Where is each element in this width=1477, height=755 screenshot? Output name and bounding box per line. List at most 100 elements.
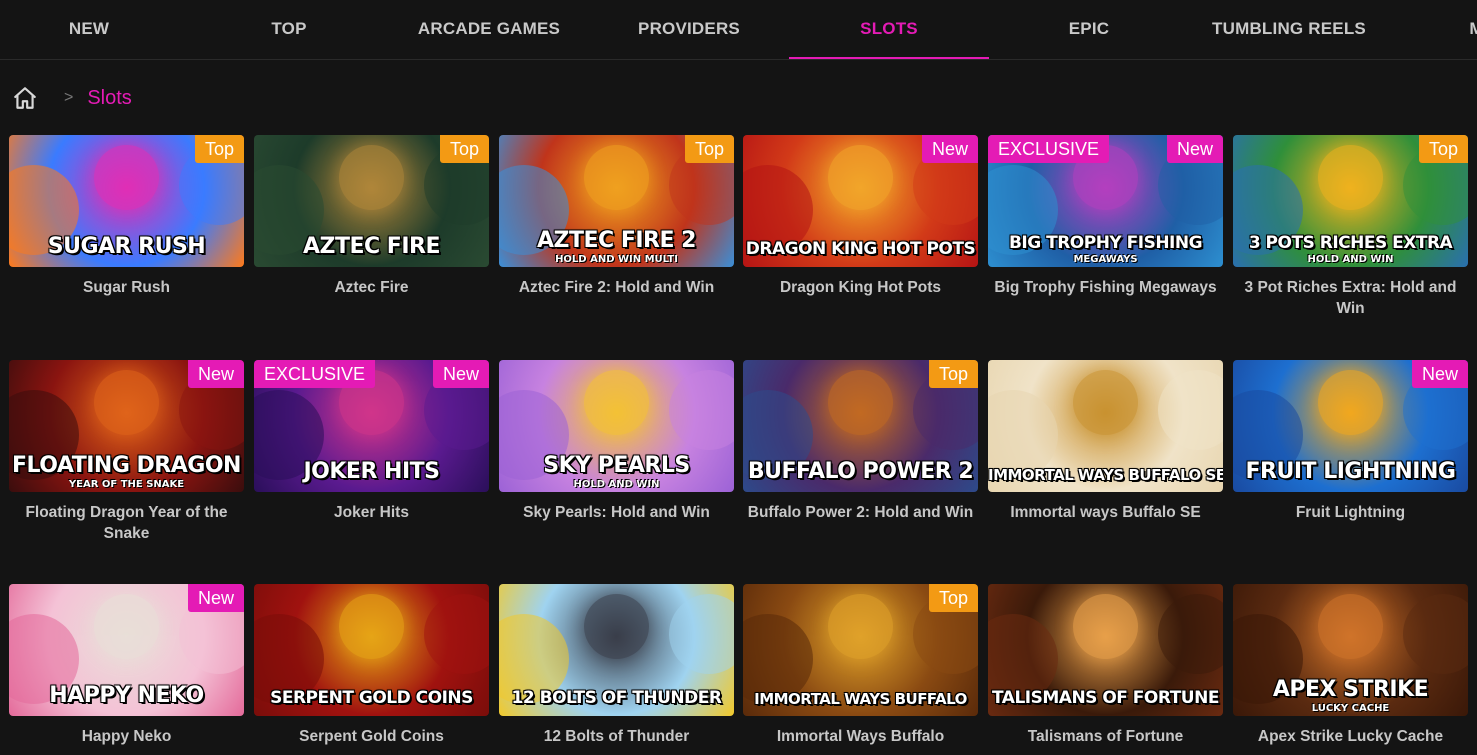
game-card[interactable]: FLOATING DRAGON YEAR OF THE SNAKE New Float… <box>9 360 244 544</box>
art-decoration <box>94 370 159 435</box>
game-title[interactable]: Buffalo Power 2: Hold and Win <box>743 502 978 523</box>
game-art-subtitle: HOLD AND WIN MULTI <box>555 254 678 265</box>
art-decoration <box>1073 370 1138 435</box>
game-thumbnail[interactable]: AZTEC FIRE 2 HOLD AND WIN MULTI Top <box>499 135 734 267</box>
art-decoration <box>828 594 893 659</box>
game-title[interactable]: Immortal Ways Buffalo <box>743 726 978 747</box>
tab-new[interactable]: NEW <box>0 0 189 59</box>
art-decoration <box>424 594 489 674</box>
game-title[interactable]: Dragon King Hot Pots <box>743 277 978 298</box>
art-decoration <box>1318 145 1383 210</box>
tab-arcade-games[interactable]: ARCADE GAMES <box>389 0 589 59</box>
art-decoration <box>1318 370 1383 435</box>
game-card[interactable]: 12 BOLTS OF THUNDER 12 Bolts of Thunder <box>499 584 734 747</box>
game-thumbnail[interactable]: 3 POTS RICHES EXTRA HOLD AND WIN Top <box>1233 135 1468 267</box>
top-badge: Top <box>194 135 244 163</box>
game-title[interactable]: Floating Dragon Year of the Snake <box>9 502 244 544</box>
game-card[interactable]: BIG TROPHY FISHING MEGAWAYS EXCLUSIVE New Bi… <box>988 135 1223 298</box>
game-card[interactable]: FRUIT LIGHTNING New Fruit Lightning <box>1233 360 1468 523</box>
art-decoration <box>1158 370 1223 450</box>
game-art-title: FRUIT LIGHTNING <box>1245 459 1456 484</box>
game-art-title: AZTEC FIRE 2 <box>537 228 696 253</box>
tab-megaways[interactable]: MEG <box>1389 0 1477 59</box>
game-thumbnail[interactable]: BUFFALO POWER 2 Top <box>743 360 978 492</box>
game-thumbnail[interactable]: APEX STRIKE LUCKY CACHE <box>1233 584 1468 716</box>
game-card[interactable]: 3 POTS RICHES EXTRA HOLD AND WIN Top 3 Pot … <box>1233 135 1468 319</box>
game-card[interactable]: BUFFALO POWER 2 Top Buffalo Power 2: Hold … <box>743 360 978 523</box>
game-thumbnail[interactable]: FRUIT LIGHTNING New <box>1233 360 1468 492</box>
game-card[interactable]: AZTEC FIRE 2 HOLD AND WIN MULTI Top Aztec F… <box>499 135 734 298</box>
game-thumbnail[interactable]: AZTEC FIRE Top <box>254 135 489 267</box>
game-thumbnail[interactable]: SKY PEARLS HOLD AND WIN <box>499 360 734 492</box>
game-card[interactable]: SUGAR RUSH Top Sugar Rush <box>9 135 244 298</box>
game-title[interactable]: Apex Strike Lucky Cache <box>1233 726 1468 747</box>
game-card[interactable]: SKY PEARLS HOLD AND WIN Sky Pearls: Hold a… <box>499 360 734 523</box>
game-title[interactable]: Immortal ways Buffalo SE <box>988 502 1223 523</box>
art-decoration <box>828 370 893 435</box>
game-card[interactable]: IMMORTAL WAYS BUFFALO SE Immortal ways Bu… <box>988 360 1223 523</box>
game-art-title: IMMORTAL WAYS BUFFALO SE <box>988 466 1223 484</box>
tab-tumbling-reels[interactable]: TUMBLING REELS <box>1189 0 1389 59</box>
game-art-title: SKY PEARLS <box>543 453 690 478</box>
game-thumbnail[interactable]: TALISMANS OF FORTUNE <box>988 584 1223 716</box>
game-title[interactable]: 12 Bolts of Thunder <box>499 726 734 747</box>
game-art-title: HAPPY NEKO <box>49 683 204 708</box>
game-art-title: SUGAR RUSH <box>47 234 206 259</box>
game-art-subtitle: MEGAWAYS <box>1073 254 1138 265</box>
game-title[interactable]: Joker Hits <box>254 502 489 523</box>
game-title[interactable]: Sky Pearls: Hold and Win <box>499 502 734 523</box>
art-decoration <box>584 145 649 210</box>
category-tabs: NEW TOP ARCADE GAMES PROVIDERS SLOTS EPI… <box>0 0 1477 60</box>
game-art-title: AZTEC FIRE <box>302 234 441 259</box>
game-title[interactable]: Serpent Gold Coins <box>254 726 489 747</box>
top-badge: Top <box>684 135 734 163</box>
top-badge: Top <box>439 135 489 163</box>
game-thumbnail[interactable]: IMMORTAL WAYS BUFFALO SE <box>988 360 1223 492</box>
game-art-subtitle: LUCKY CACHE <box>1311 703 1390 714</box>
game-art-subtitle: HOLD AND WIN <box>1307 254 1394 265</box>
game-title[interactable]: Happy Neko <box>9 726 244 747</box>
game-card[interactable]: TALISMANS OF FORTUNE Talismans of Fortune <box>988 584 1223 747</box>
tab-slots[interactable]: SLOTS <box>789 0 989 59</box>
tab-epic[interactable]: EPIC <box>989 0 1189 59</box>
game-art-title: BIG TROPHY FISHING <box>1008 233 1203 253</box>
game-art-title: TALISMANS OF FORTUNE <box>992 688 1219 708</box>
game-title[interactable]: Fruit Lightning <box>1233 502 1468 523</box>
game-art-title: FLOATING DRAGON <box>12 453 241 478</box>
game-art-title: DRAGON KING HOT POTS <box>745 239 976 259</box>
game-card[interactable]: AZTEC FIRE Top Aztec Fire <box>254 135 489 298</box>
game-card[interactable]: DRAGON KING HOT POTS New Dragon King Hot P… <box>743 135 978 298</box>
game-thumbnail[interactable]: SUGAR RUSH Top <box>9 135 244 267</box>
tab-top[interactable]: TOP <box>189 0 389 59</box>
game-card[interactable]: IMMORTAL WAYS BUFFALO Top Immortal Ways Bu… <box>743 584 978 747</box>
game-title[interactable]: Aztec Fire 2: Hold and Win <box>499 277 734 298</box>
game-card[interactable]: JOKER HITS EXCLUSIVE New Joker Hits <box>254 360 489 523</box>
game-art-title: BUFFALO POWER 2 <box>747 459 974 484</box>
game-art-title: 12 BOLTS OF THUNDER <box>511 688 722 708</box>
home-icon[interactable] <box>12 85 38 111</box>
game-thumbnail[interactable]: BIG TROPHY FISHING MEGAWAYS EXCLUSIVE New <box>988 135 1223 267</box>
game-thumbnail[interactable]: HAPPY NEKO New <box>9 584 244 716</box>
game-thumbnail[interactable]: IMMORTAL WAYS BUFFALO Top <box>743 584 978 716</box>
game-card[interactable]: HAPPY NEKO New Happy Neko <box>9 584 244 747</box>
game-thumbnail[interactable]: DRAGON KING HOT POTS New <box>743 135 978 267</box>
game-card[interactable]: APEX STRIKE LUCKY CACHE Apex Strike Lucky … <box>1233 584 1468 747</box>
game-art-subtitle: HOLD AND WIN <box>573 479 660 490</box>
new-badge: New <box>187 360 244 388</box>
game-title[interactable]: Big Trophy Fishing Megaways <box>988 277 1223 298</box>
game-thumbnail[interactable]: SERPENT GOLD COINS <box>254 584 489 716</box>
art-decoration <box>828 145 893 210</box>
tab-providers[interactable]: PROVIDERS <box>589 0 789 59</box>
game-title[interactable]: 3 Pot Riches Extra: Hold and Win <box>1233 277 1468 319</box>
game-card[interactable]: SERPENT GOLD COINS Serpent Gold Coins <box>254 584 489 747</box>
art-decoration <box>584 370 649 435</box>
art-decoration <box>1073 594 1138 659</box>
art-decoration <box>94 145 159 210</box>
game-title[interactable]: Sugar Rush <box>9 277 244 298</box>
game-title[interactable]: Talismans of Fortune <box>988 726 1223 747</box>
game-title[interactable]: Aztec Fire <box>254 277 489 298</box>
art-decoration <box>1158 594 1223 674</box>
game-thumbnail[interactable]: JOKER HITS EXCLUSIVE New <box>254 360 489 492</box>
game-thumbnail[interactable]: 12 BOLTS OF THUNDER <box>499 584 734 716</box>
game-thumbnail[interactable]: FLOATING DRAGON YEAR OF THE SNAKE New <box>9 360 244 492</box>
